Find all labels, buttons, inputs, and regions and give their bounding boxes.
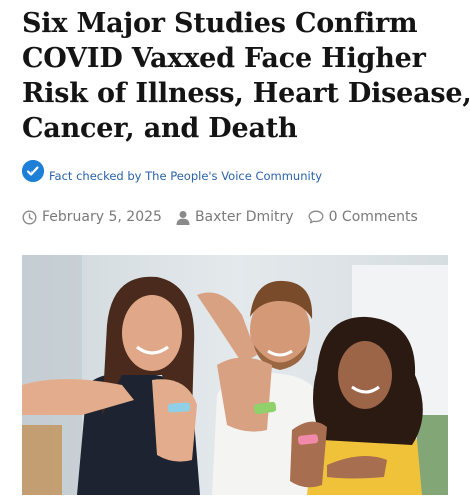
article-meta: February 5, 2025 Baxter Dmitry 0 Comment… <box>22 206 432 228</box>
clock-icon <box>22 209 37 225</box>
article-photo <box>22 255 448 495</box>
comments-count[interactable]: 0 Comments <box>329 209 418 225</box>
article-headline: Six Major Studies Confirm COVID Vaxxed F… <box>22 6 470 146</box>
comments-meta[interactable]: 0 Comments <box>308 209 418 225</box>
headline-line-1: Six Major Studies Confirm <box>22 8 418 39</box>
fact-check-text[interactable]: Fact checked by The People's Voice Commu… <box>49 169 322 183</box>
verified-check-icon <box>22 160 44 182</box>
fact-check-line[interactable]: Fact checked by The People's Voice Commu… <box>22 160 322 183</box>
headline-line-4: Cancer, and Death <box>22 113 298 144</box>
comment-bubble-icon <box>308 210 324 224</box>
headline-line-2: COVID Vaxxed Face Higher <box>22 43 426 74</box>
author-meta[interactable]: Baxter Dmitry <box>176 209 294 225</box>
publish-date: February 5, 2025 <box>42 209 162 225</box>
date-meta: February 5, 2025 <box>22 209 162 225</box>
headline-line-3: Risk of Illness, Heart Disease, <box>22 78 470 109</box>
author-name[interactable]: Baxter Dmitry <box>195 209 294 225</box>
user-icon <box>176 210 190 225</box>
article-page: Six Major Studies Confirm COVID Vaxxed F… <box>0 0 470 500</box>
